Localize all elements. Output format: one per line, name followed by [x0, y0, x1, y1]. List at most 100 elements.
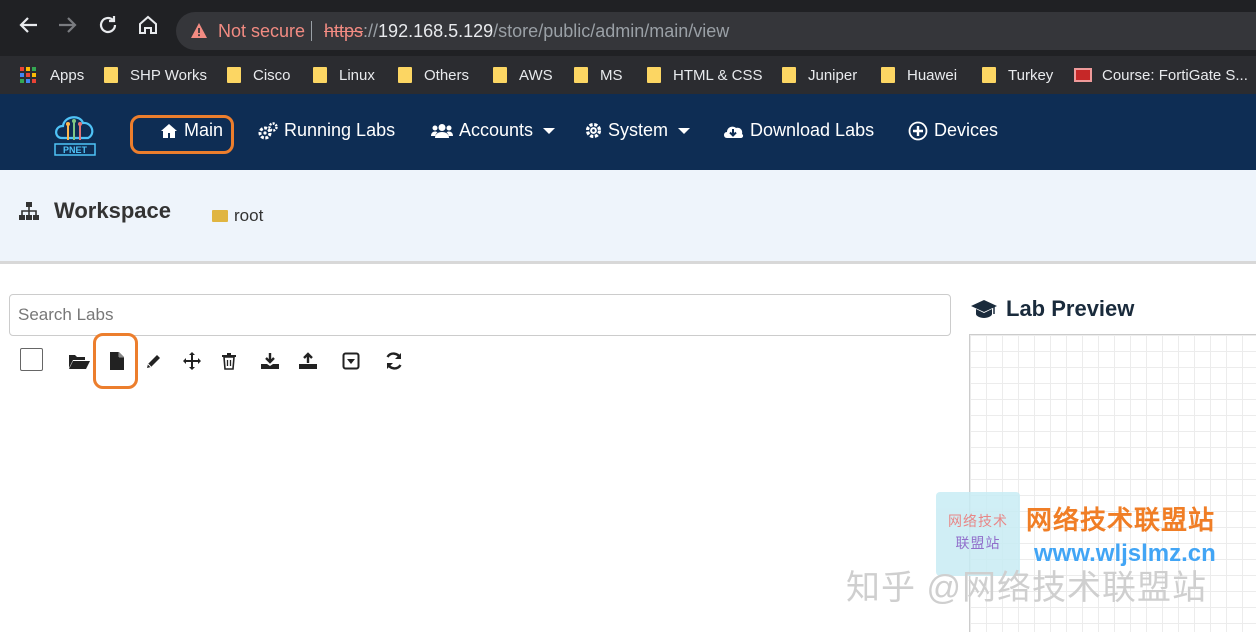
- bookmark-label: AWS: [519, 66, 553, 84]
- cloud-download-icon: [724, 126, 744, 138]
- watermark-box-line1: 网络技术: [948, 513, 1008, 529]
- bookmark-folder[interactable]: Cisco: [227, 64, 291, 86]
- collapse-button[interactable]: [340, 350, 362, 372]
- edit-button[interactable]: [143, 350, 165, 372]
- bookmark-label: Huawei: [907, 66, 958, 84]
- pencil-icon: [147, 355, 160, 368]
- back-arrow-icon: [19, 17, 37, 33]
- folder-icon: [574, 67, 588, 83]
- folder-icon: [982, 67, 996, 83]
- bookmark-folder[interactable]: HTML & CSS: [647, 64, 762, 86]
- graduation-cap-icon: [971, 300, 997, 318]
- bookmark-folder[interactable]: Turkey: [982, 64, 1053, 86]
- logo-text: PNET: [63, 145, 88, 155]
- bookmark-label: HTML & CSS: [673, 66, 763, 84]
- trash-icon: [222, 353, 236, 370]
- nav-label: Devices: [934, 120, 999, 140]
- watermark-box-line2: 联盟站: [955, 535, 1001, 551]
- forward-button[interactable]: [54, 14, 82, 42]
- home-icon: [139, 15, 157, 34]
- bookmark-folder[interactable]: Others: [398, 64, 469, 86]
- highlight-main: [130, 115, 234, 154]
- lab-preview-title-text: Lab Preview: [1006, 296, 1135, 321]
- nav-label: Running Labs: [284, 120, 396, 140]
- nav-devices[interactable]: Devices: [908, 120, 998, 141]
- nav-accounts[interactable]: Accounts: [431, 120, 556, 141]
- bookmark-label: Linux: [339, 66, 375, 84]
- breadcrumb[interactable]: root: [212, 206, 263, 226]
- delete-button[interactable]: [218, 350, 240, 372]
- folder-icon: [227, 67, 241, 83]
- watermark-zhihu: 知乎 @网络技术联盟站: [846, 569, 1207, 607]
- refresh-button[interactable]: [383, 350, 405, 372]
- home-button[interactable]: [134, 14, 162, 42]
- move-icon: [183, 352, 201, 370]
- search-labs-input[interactable]: [9, 294, 951, 336]
- nav-download-labs[interactable]: Download Labs: [722, 120, 874, 141]
- bookmark-folder[interactable]: Juniper: [782, 64, 857, 86]
- export-button[interactable]: [259, 350, 281, 372]
- nav-label: Accounts: [459, 120, 534, 140]
- pnet-logo[interactable]: PNET: [52, 108, 98, 156]
- open-folder-button[interactable]: [68, 350, 90, 372]
- screen: Not secure https://192.168.5.129/store/p…: [0, 0, 1256, 632]
- workspace-bar: Workspace root: [0, 170, 1256, 264]
- dropdown-box-icon: [342, 352, 360, 370]
- url-protocol: https: [324, 21, 364, 41]
- folder-icon: [782, 67, 796, 83]
- folder-icon: [212, 210, 228, 222]
- bookmark-folder[interactable]: Linux: [313, 64, 375, 86]
- security-label[interactable]: Not secure: [218, 21, 305, 42]
- reload-icon: [99, 16, 117, 34]
- nav-label: System: [608, 120, 669, 140]
- folder-icon: [647, 67, 661, 83]
- gear-icon: [585, 122, 602, 139]
- folder-icon: [104, 67, 118, 83]
- bookmark-folder[interactable]: MS: [574, 64, 623, 86]
- bookmark-label: Others: [424, 66, 470, 84]
- folder-icon: [493, 67, 507, 83]
- gears-icon: [258, 121, 278, 139]
- folder-icon: [398, 67, 412, 83]
- bookmark-label: Cisco: [253, 66, 291, 84]
- bookmarks-bar: Apps SHP Works Cisco Linux Others AWS MS…: [0, 56, 1256, 94]
- address-bar[interactable]: Not secure https://192.168.5.129/store/p…: [176, 12, 1256, 50]
- chevron-down-icon: [543, 127, 556, 134]
- chevron-down-icon: [678, 127, 691, 134]
- bookmark-fortigate[interactable]: Course: FortiGate S...: [1074, 64, 1248, 86]
- lab-preview-title: Lab Preview: [970, 296, 1134, 322]
- folder-icon: [313, 67, 327, 83]
- url-host: 192.168.5.129: [378, 21, 494, 41]
- plus-circle-icon: [908, 121, 928, 140]
- forward-arrow-icon: [59, 17, 77, 33]
- refresh-icon: [386, 352, 402, 370]
- nav-running-labs[interactable]: Running Labs: [258, 120, 395, 141]
- folder-icon: [881, 67, 895, 83]
- back-button[interactable]: [14, 14, 42, 42]
- bookmark-label: MS: [600, 66, 623, 84]
- bookmark-folder[interactable]: AWS: [493, 64, 553, 86]
- apps-grid-icon: [20, 67, 36, 83]
- breadcrumb-root[interactable]: root: [234, 206, 263, 226]
- move-button[interactable]: [181, 350, 203, 372]
- warning-icon: [191, 23, 207, 38]
- workspace-title-text: Workspace: [54, 198, 171, 223]
- separator: [311, 21, 312, 41]
- workspace-title: Workspace: [18, 198, 171, 224]
- select-all-checkbox[interactable]: [20, 348, 43, 371]
- bookmark-folder[interactable]: SHP Works: [104, 64, 207, 86]
- reload-button[interactable]: [94, 14, 122, 42]
- bookmark-apps[interactable]: Apps: [20, 64, 84, 86]
- browser-toolbar: Not secure https://192.168.5.129/store/p…: [0, 0, 1256, 56]
- bookmark-folder[interactable]: Huawei: [881, 64, 957, 86]
- upload-icon: [299, 352, 317, 369]
- sitemap-icon: [19, 202, 39, 220]
- download-icon: [261, 353, 279, 369]
- url-path: /store/public/admin/main/view: [493, 21, 730, 41]
- nav-system[interactable]: System: [585, 120, 691, 141]
- url-text[interactable]: https://192.168.5.129/store/public/admin…: [324, 21, 729, 42]
- bookmark-label: Juniper: [808, 66, 858, 84]
- import-button[interactable]: [297, 350, 319, 372]
- users-icon: [431, 123, 453, 138]
- bookmark-label: Turkey: [1008, 66, 1054, 84]
